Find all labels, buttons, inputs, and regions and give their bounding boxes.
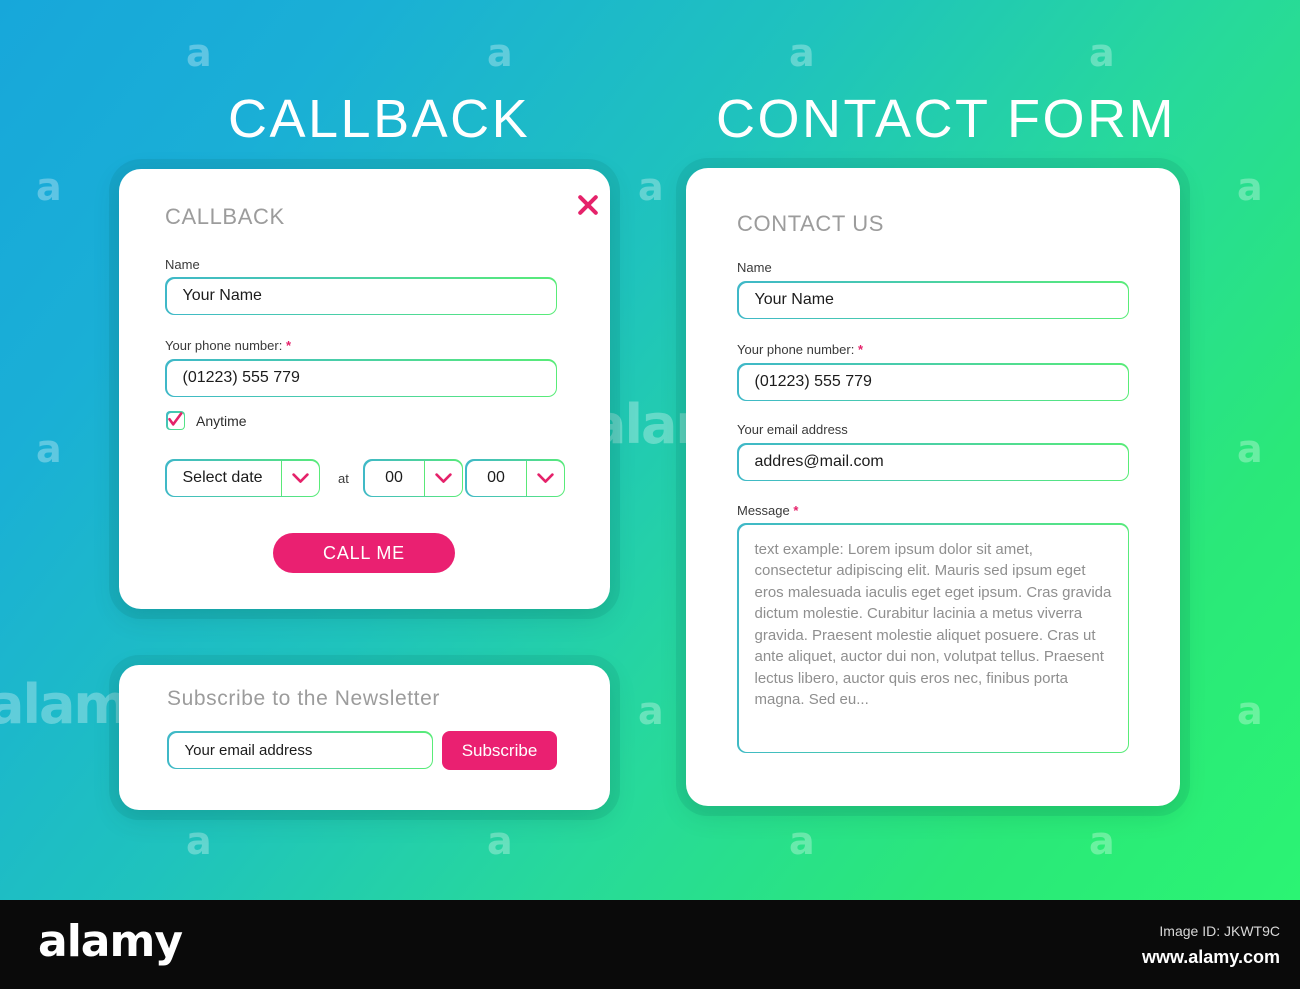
watermark-letter-a: a xyxy=(487,31,513,75)
watermark-letter-a: a xyxy=(638,689,664,733)
callback-card-title: CALLBACK xyxy=(165,204,285,229)
contact-card-title: CONTACT US xyxy=(737,211,884,236)
anytime-label: Anytime xyxy=(196,412,247,429)
watermark-letter-a: a xyxy=(1089,819,1115,863)
date-select[interactable]: Select date xyxy=(165,459,320,497)
poster-canvas: a a a a a a a a a a a a a a a alamy alam… xyxy=(0,0,1300,900)
phone-input-value: (01223) 555 779 xyxy=(166,360,556,396)
contact-phone-value: (01223) 555 779 xyxy=(738,364,1128,400)
watermark-letter-a: a xyxy=(789,819,815,863)
watermark-letter-a: a xyxy=(789,31,815,75)
alamy-logo: alamy xyxy=(38,916,183,967)
phone-input[interactable]: (01223) 555 779 xyxy=(165,359,557,397)
required-marker: * xyxy=(857,342,864,357)
chevron-down-icon[interactable] xyxy=(525,460,564,496)
watermark-letter-a: a xyxy=(1237,427,1263,471)
contact-message-label-text: Message xyxy=(737,503,790,518)
close-icon[interactable] xyxy=(574,191,602,219)
contact-card: CONTACT US Name Your Name Your phone num… xyxy=(686,168,1180,806)
check-icon xyxy=(168,412,183,426)
contact-message-label: Message * xyxy=(737,503,798,518)
contact-phone-label-text: Your phone number: xyxy=(737,342,855,357)
watermark-letter-a: a xyxy=(186,31,212,75)
at-label: at xyxy=(338,471,349,486)
contact-message-value: text example: Lorem ipsum dolor sit amet… xyxy=(738,524,1128,752)
contact-name-label: Name xyxy=(737,260,772,275)
phone-label: Your phone number: * xyxy=(165,338,291,353)
hour-select-value: 00 xyxy=(364,460,424,496)
watermark-letter-a: a xyxy=(487,819,513,863)
watermark-letter-a: a xyxy=(36,427,62,471)
name-input-value: Your Name xyxy=(166,278,556,314)
anytime-checkbox-row[interactable]: Anytime xyxy=(166,411,247,430)
required-marker: * xyxy=(285,338,292,353)
watermark-letter-a: a xyxy=(638,165,664,209)
page-title-callback: CALLBACK xyxy=(228,89,531,149)
page-title-contact-form: CONTACT FORM xyxy=(716,89,1176,149)
contact-email-input[interactable]: addres@mail.com xyxy=(737,443,1129,481)
hour-select[interactable]: 00 xyxy=(363,459,463,497)
contact-name-input[interactable]: Your Name xyxy=(737,281,1129,319)
watermark-letter-a: a xyxy=(1237,689,1263,733)
watermark-letter-a: a xyxy=(1089,31,1115,75)
required-marker: * xyxy=(793,503,799,518)
minute-select-value: 00 xyxy=(466,460,526,496)
stock-footer-bar: alamy Image ID: JKWT9C www.alamy.com xyxy=(0,900,1300,989)
contact-phone-label: Your phone number: * xyxy=(737,342,863,357)
watermark-letter-a: a xyxy=(186,819,212,863)
contact-name-value: Your Name xyxy=(738,282,1128,318)
contact-phone-input[interactable]: (01223) 555 779 xyxy=(737,363,1129,401)
chevron-down-icon[interactable] xyxy=(280,460,319,496)
anytime-checkbox[interactable] xyxy=(166,411,185,430)
newsletter-card-title: Subscribe to the Newsletter xyxy=(167,687,440,710)
contact-email-label: Your email address xyxy=(737,422,848,437)
minute-select[interactable]: 00 xyxy=(465,459,565,497)
subscribe-button[interactable]: Subscribe xyxy=(442,731,557,770)
screenshot-root: a a a a a a a a a a a a a a a alamy alam… xyxy=(0,0,1300,989)
newsletter-email-input[interactable]: Your email address xyxy=(167,731,433,769)
contact-email-value: addres@mail.com xyxy=(738,444,1128,480)
contact-message-textarea[interactable]: text example: Lorem ipsum dolor sit amet… xyxy=(737,523,1129,753)
name-label: Name xyxy=(165,257,200,272)
chevron-down-icon[interactable] xyxy=(423,460,462,496)
date-select-value: Select date xyxy=(166,460,281,496)
name-input[interactable]: Your Name xyxy=(165,277,557,315)
watermark-letter-a: a xyxy=(1237,165,1263,209)
phone-label-text: Your phone number: xyxy=(165,338,283,353)
alamy-url-text: www.alamy.com xyxy=(1141,947,1280,967)
call-me-button[interactable]: CALL ME xyxy=(273,533,455,573)
watermark-letter-a: a xyxy=(36,165,62,209)
newsletter-email-value: Your email address xyxy=(168,732,432,768)
image-id-text: Image ID: JKWT9C xyxy=(1159,923,1280,939)
